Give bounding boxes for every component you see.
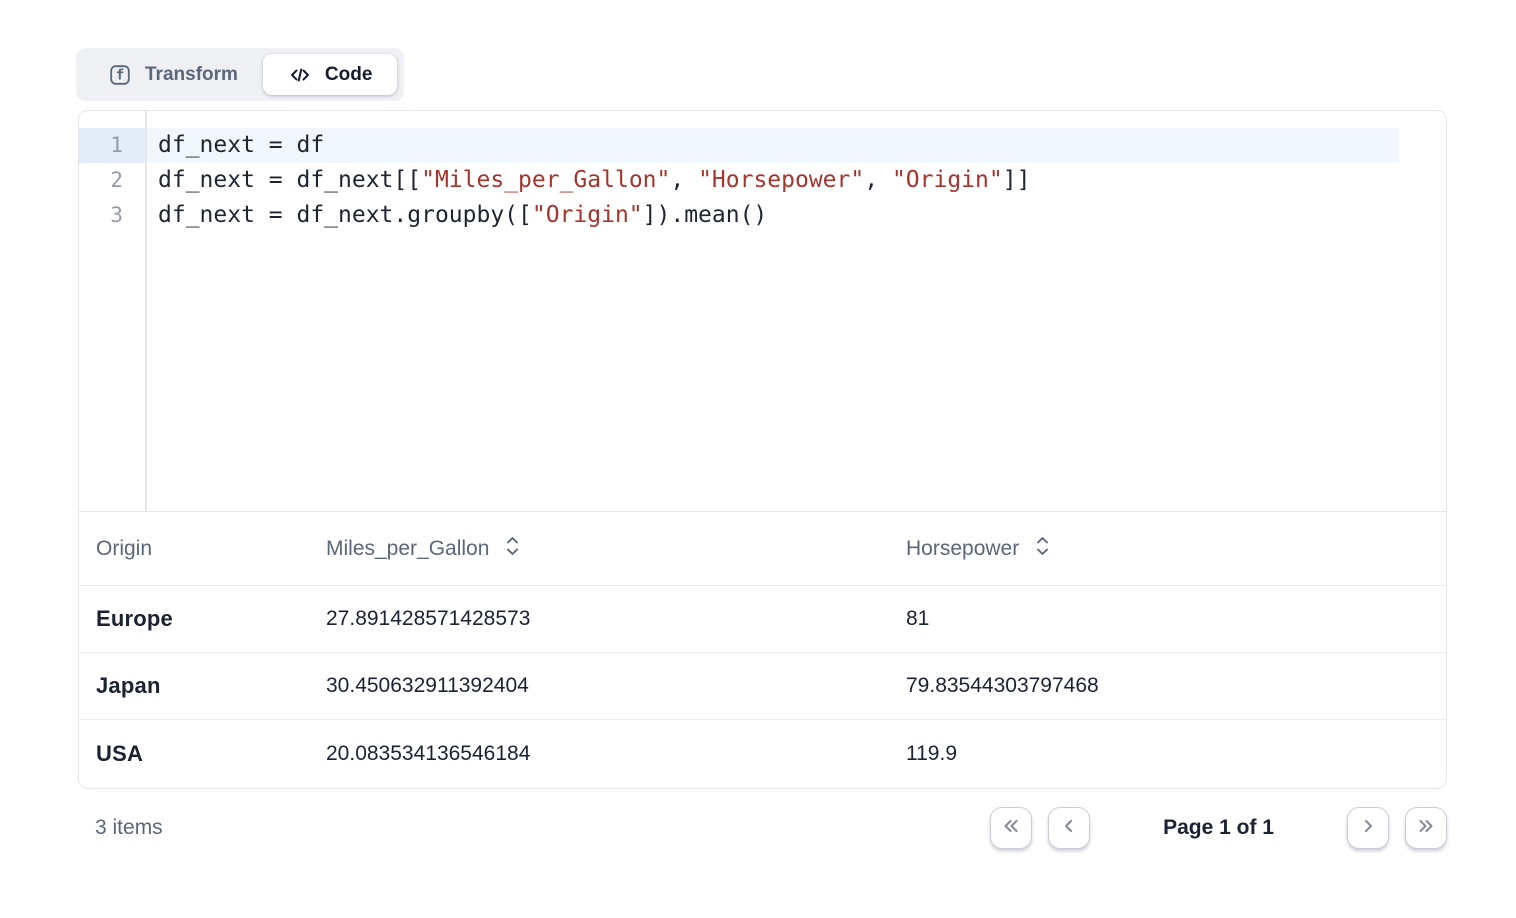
pagination: Page 1 of 1 xyxy=(990,807,1447,849)
sort-chevrons-icon[interactable] xyxy=(504,535,521,563)
code-text: df_next = df_next.groupby(["Origin"]).me… xyxy=(145,198,1446,233)
code-text: df_next = df xyxy=(145,128,1446,163)
double-chevron-left-icon xyxy=(999,814,1023,841)
sort-chevrons-icon[interactable] xyxy=(1034,535,1051,563)
cell-miles-per-gallon: 20.083534136546184 xyxy=(326,742,906,766)
code-text: df_next = df_next[["Miles_per_Gallon", "… xyxy=(145,163,1446,198)
cell-horsepower: 119.9 xyxy=(906,742,1446,766)
code-token: ]).mean() xyxy=(643,202,768,228)
string-token: "Horsepower" xyxy=(698,167,864,193)
tab-code-label: Code xyxy=(325,64,373,86)
code-token: ]] xyxy=(1003,167,1031,193)
view-tabbar: f Transform Code xyxy=(76,48,404,101)
string-token: "Origin" xyxy=(892,167,1003,193)
gutter-divider xyxy=(145,111,147,511)
column-label: Miles_per_Gallon xyxy=(326,537,489,561)
table-row[interactable]: Europe 27.891428571428573 81 xyxy=(79,586,1446,653)
table-footer: 3 items Page 1 of 1 xyxy=(78,789,1447,866)
line-number: 1 xyxy=(79,128,145,163)
tab-transform[interactable]: f Transform xyxy=(83,54,263,95)
code-token: , xyxy=(670,167,698,193)
code-line-3[interactable]: 3 df_next = df_next.groupby(["Origin"]).… xyxy=(79,198,1446,233)
line-number: 3 xyxy=(79,198,145,233)
transform-card: 1 df_next = df 2 df_next = df_next[["Mil… xyxy=(78,110,1447,789)
chevron-right-icon xyxy=(1356,814,1380,841)
cell-miles-per-gallon: 30.450632911392404 xyxy=(326,674,906,698)
string-token: "Origin" xyxy=(532,202,643,228)
string-token: "Miles_per_Gallon" xyxy=(421,167,670,193)
column-header-miles-per-gallon[interactable]: Miles_per_Gallon xyxy=(326,535,906,563)
table-header: Origin Miles_per_Gallon Horsepower xyxy=(79,511,1446,586)
column-label: Horsepower xyxy=(906,537,1019,561)
cell-horsepower: 81 xyxy=(906,607,1446,631)
tab-code[interactable]: Code xyxy=(263,54,398,95)
code-token: df_next = df_next.groupby([ xyxy=(158,202,532,228)
column-label: Origin xyxy=(96,537,152,561)
cell-horsepower: 79.83544303797468 xyxy=(906,674,1446,698)
code-brackets-icon xyxy=(288,63,312,87)
double-chevron-right-icon xyxy=(1414,814,1438,841)
last-page-button[interactable] xyxy=(1405,807,1447,849)
column-header-horsepower[interactable]: Horsepower xyxy=(906,535,1446,563)
code-token: df_next = df xyxy=(158,132,324,158)
column-header-origin: Origin xyxy=(96,537,326,561)
svg-text:f: f xyxy=(116,67,124,83)
page-indicator: Page 1 of 1 xyxy=(1163,816,1274,840)
code-token: df_next = df_next[[ xyxy=(158,167,421,193)
cell-origin: USA xyxy=(96,741,326,767)
cell-origin: Japan xyxy=(96,673,326,699)
line-number: 2 xyxy=(79,163,145,198)
code-line-2[interactable]: 2 df_next = df_next[["Miles_per_Gallon",… xyxy=(79,163,1446,198)
chevron-left-icon xyxy=(1057,814,1081,841)
code-line-1[interactable]: 1 df_next = df xyxy=(79,128,1446,163)
first-page-button[interactable] xyxy=(990,807,1032,849)
code-token: , xyxy=(864,167,892,193)
cell-origin: Europe xyxy=(96,606,326,632)
next-page-button[interactable] xyxy=(1347,807,1389,849)
table-row[interactable]: USA 20.083534136546184 119.9 xyxy=(79,720,1446,787)
code-editor[interactable]: 1 df_next = df 2 df_next = df_next[["Mil… xyxy=(79,111,1446,511)
cell-miles-per-gallon: 27.891428571428573 xyxy=(326,607,906,631)
items-count: 3 items xyxy=(95,816,163,840)
previous-page-button[interactable] xyxy=(1048,807,1090,849)
tab-transform-label: Transform xyxy=(145,64,238,86)
main-panel: f Transform Code 1 df_next = df xyxy=(78,48,1447,866)
table-row[interactable]: Japan 30.450632911392404 79.835443037974… xyxy=(79,653,1446,720)
function-icon: f xyxy=(108,63,132,87)
